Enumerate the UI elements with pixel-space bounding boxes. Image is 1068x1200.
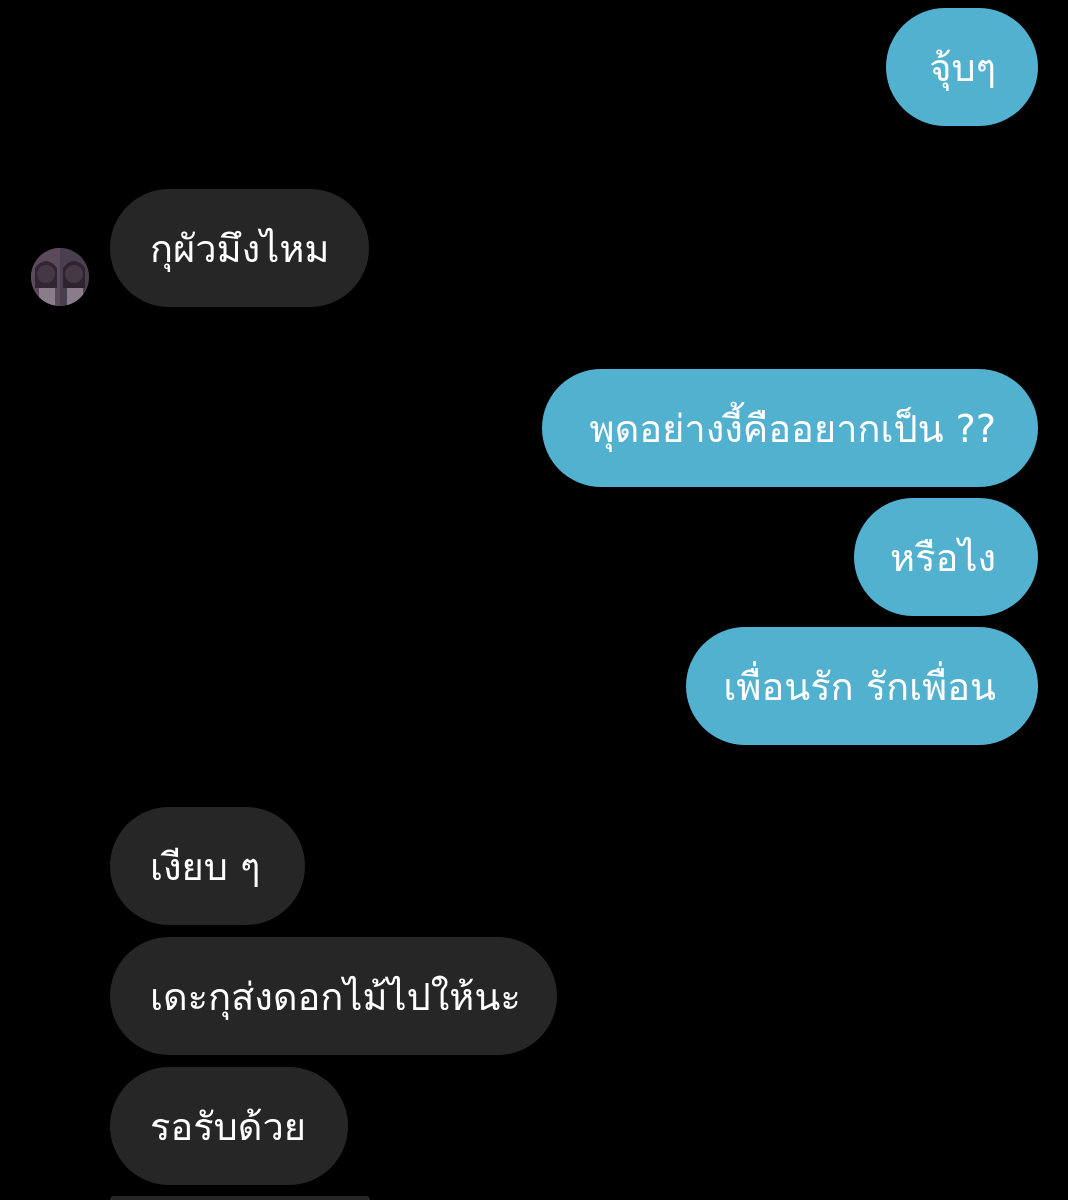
message-bubble-incoming[interactable]: รอรับด้วย [110, 1067, 348, 1185]
contact-avatar[interactable] [31, 248, 89, 306]
message-text: เพื่อนรัก รักเพื่อน [723, 664, 996, 709]
message-bubble-incoming[interactable]: เดะกุส่งดอกไม้ไปให้นะ [110, 937, 557, 1055]
message-text: เงียบ ๆ [150, 844, 261, 889]
message-text: เดะกุส่งดอกไม้ไปให้นะ [150, 974, 521, 1019]
message-bubble-incoming-partial[interactable] [110, 1196, 370, 1200]
message-bubble-outgoing[interactable]: หรือไง [854, 498, 1038, 616]
message-text: หรือไง [890, 535, 996, 580]
message-bubble-outgoing[interactable]: เพื่อนรัก รักเพื่อน [686, 627, 1038, 745]
message-text: พุดอย่างงี้คืออยากเป็น ?? [589, 406, 996, 451]
message-text: จุ้บๆ [929, 45, 996, 90]
message-text: กุผัวมึงไหม [150, 226, 330, 271]
message-bubble-incoming[interactable]: เงียบ ๆ [110, 807, 305, 925]
message-bubble-incoming[interactable]: กุผัวมึงไหม [110, 189, 369, 307]
message-text: รอรับด้วย [150, 1104, 307, 1149]
message-bubble-outgoing[interactable]: พุดอย่างงี้คืออยากเป็น ?? [542, 369, 1038, 487]
avatar-icon [31, 248, 89, 306]
message-bubble-outgoing[interactable]: จุ้บๆ [886, 8, 1038, 126]
